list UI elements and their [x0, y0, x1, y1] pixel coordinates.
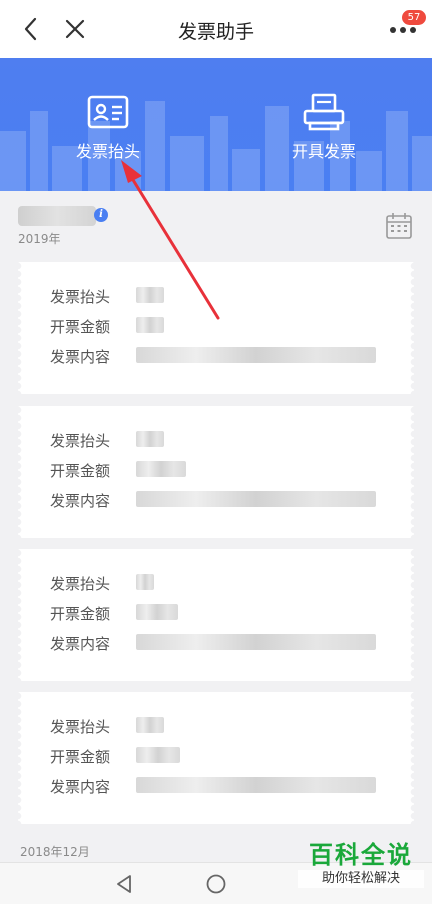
watermark-title: 百科全说 — [309, 841, 413, 869]
content-row-label: 发票内容 — [50, 492, 111, 510]
blurred-value — [136, 777, 376, 793]
id-card-icon — [87, 95, 129, 129]
amount-row-label: 开票金额 — [50, 605, 111, 623]
blurred-value — [136, 347, 376, 363]
card-edge — [408, 692, 414, 824]
invoice-title-button[interactable]: 发票抬头 — [38, 92, 178, 162]
info-icon[interactable]: i — [94, 208, 108, 222]
card-edge — [408, 549, 414, 681]
invoice-title-row-label: 发票抬头 — [50, 575, 111, 593]
section-date: 2018年12月 — [20, 845, 90, 859]
blurred-value — [136, 491, 376, 507]
issue-invoice-label: 开具发票 — [291, 142, 356, 161]
nav-back-icon[interactable] — [112, 871, 138, 897]
card-edge — [18, 406, 24, 538]
invoice-card[interactable]: 发票抬头 开票金额 发票内容 — [18, 692, 414, 824]
action-banner: 发票抬头 开具发票 — [0, 58, 432, 191]
blurred-value — [136, 461, 186, 477]
notification-badge: 57 — [402, 10, 426, 25]
blurred-value — [136, 287, 164, 303]
page-title: 发票助手 — [177, 21, 254, 43]
invoice-title-row-label: 发票抬头 — [50, 432, 111, 450]
content-row-label: 发票内容 — [50, 348, 111, 366]
watermark-logo: 百科全说 助你轻松解决 — [298, 840, 424, 898]
invoice-card[interactable]: 发票抬头 开票金额 发票内容 — [18, 262, 414, 394]
card-edge — [408, 406, 414, 538]
card-edge — [408, 262, 414, 394]
content-row-label: 发票内容 — [50, 635, 111, 653]
card-edge — [18, 262, 24, 394]
blurred-value — [136, 431, 164, 447]
blurred-value — [136, 604, 178, 620]
amount-row-label: 开票金额 — [50, 318, 111, 336]
content-row-label: 发票内容 — [50, 778, 111, 796]
nav-home-icon[interactable] — [203, 871, 229, 897]
invoice-title-label: 发票抬头 — [75, 142, 140, 161]
amount-row-label: 开票金额 — [50, 462, 111, 480]
blurred-value — [136, 634, 376, 650]
date-section-header: i 2019年 — [18, 200, 418, 246]
invoice-title-row-label: 发票抬头 — [50, 718, 111, 736]
blurred-value — [136, 574, 154, 590]
watermark-subtitle: 助你轻松解决 — [298, 870, 424, 888]
amount-row-label: 开票金额 — [50, 748, 111, 766]
blurred-company-name — [18, 206, 96, 226]
blurred-value — [136, 747, 180, 763]
invoice-card[interactable]: 发票抬头 开票金额 发票内容 — [18, 549, 414, 681]
section-date: 2019年 — [18, 232, 61, 246]
blurred-value — [136, 717, 164, 733]
card-edge — [18, 692, 24, 824]
blurred-value — [136, 317, 164, 333]
calendar-icon[interactable] — [385, 212, 413, 240]
card-edge — [18, 549, 24, 681]
invoice-title-row-label: 发票抬头 — [50, 288, 111, 306]
invoice-card[interactable]: 发票抬头 开票金额 发票内容 — [18, 406, 414, 538]
printer-icon — [303, 93, 345, 131]
issue-invoice-button[interactable]: 开具发票 — [254, 92, 394, 162]
top-nav-bar: 发票助手 57 — [0, 0, 432, 59]
